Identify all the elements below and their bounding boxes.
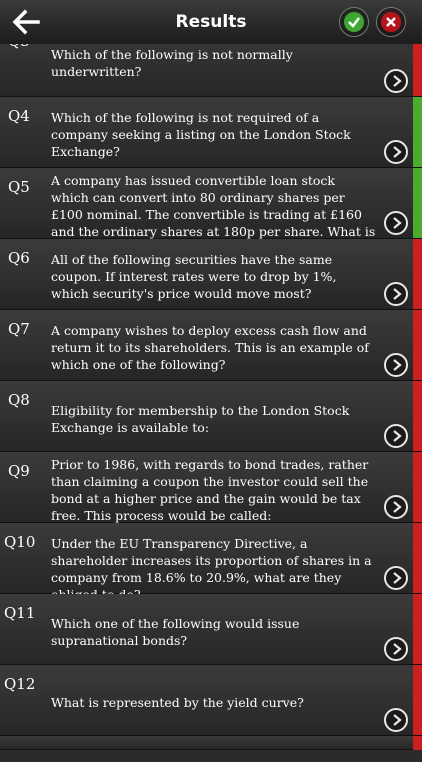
- chevron-right-icon[interactable]: [384, 140, 408, 164]
- question-number: Q5: [8, 178, 30, 196]
- status-indicator-incorrect: [413, 665, 422, 735]
- question-row[interactable]: Q6 All of the following securities have …: [0, 239, 422, 310]
- nav-header: Results: [0, 0, 422, 44]
- question-number: Q4: [8, 107, 30, 125]
- question-text: Which of the following is not required o…: [51, 110, 351, 159]
- question-row[interactable]: Q5 A company has issued convertible loan…: [0, 168, 422, 239]
- question-number: Q12: [4, 675, 36, 693]
- question-row[interactable]: Q12 What is represented by the yield cur…: [0, 665, 422, 736]
- filter-incorrect-button[interactable]: [376, 7, 406, 37]
- question-text: Prior to 1986, with regards to bond trad…: [51, 457, 369, 523]
- status-indicator-incorrect: [413, 239, 422, 309]
- question-row[interactable]: Q4 Which of the following is not require…: [0, 97, 422, 168]
- question-row[interactable]: Q10 Under the EU Transparency Directive,…: [0, 523, 422, 602]
- status-indicator-incorrect: [413, 381, 422, 451]
- question-number: Q9: [8, 462, 30, 480]
- chevron-right-icon[interactable]: [384, 495, 408, 519]
- question-row[interactable]: Q9 Prior to 1986, with regards to bond t…: [0, 452, 422, 523]
- close-icon: [386, 17, 396, 27]
- question-row[interactable]: Q8 Eligibility for membership to the Lon…: [0, 381, 422, 452]
- status-indicator-correct: [413, 97, 422, 167]
- chevron-right-icon[interactable]: [384, 69, 408, 93]
- chevron-right-icon[interactable]: [384, 566, 408, 590]
- question-number: Q11: [4, 604, 36, 622]
- chevron-right-icon[interactable]: [384, 708, 408, 732]
- question-text: A company wishes to deploy excess cash f…: [51, 323, 369, 372]
- chevron-right-icon[interactable]: [384, 424, 408, 448]
- question-number: Q8: [8, 391, 30, 409]
- question-text: All of the following securities have the…: [51, 252, 337, 301]
- question-number: Q7: [8, 320, 30, 338]
- status-indicator-incorrect: [413, 523, 422, 593]
- question-row[interactable]: Q7 A company wishes to deploy excess cas…: [0, 310, 422, 381]
- chevron-right-icon[interactable]: [384, 637, 408, 661]
- checkmark-icon: [348, 17, 360, 28]
- question-text: A company has issued convertible loan st…: [51, 173, 376, 239]
- question-text: What is represented by the yield curve?: [51, 695, 304, 710]
- chevron-right-icon[interactable]: [384, 353, 408, 377]
- question-number: Q10: [4, 533, 36, 551]
- chevron-right-icon[interactable]: [384, 211, 408, 235]
- chevron-right-icon[interactable]: [384, 282, 408, 306]
- question-text: Under the EU Transparency Directive, a s…: [51, 536, 372, 602]
- question-row[interactable]: Q11 Which one of the following would iss…: [0, 594, 422, 665]
- status-indicator-incorrect: [413, 310, 422, 380]
- status-indicator-correct: [413, 168, 422, 238]
- status-indicator-incorrect: [413, 736, 422, 750]
- status-indicator-incorrect: [413, 594, 422, 664]
- question-number: Q6: [8, 249, 30, 267]
- filter-correct-button[interactable]: [339, 7, 369, 37]
- question-row[interactable]: [0, 736, 422, 750]
- status-indicator-incorrect: [413, 452, 422, 522]
